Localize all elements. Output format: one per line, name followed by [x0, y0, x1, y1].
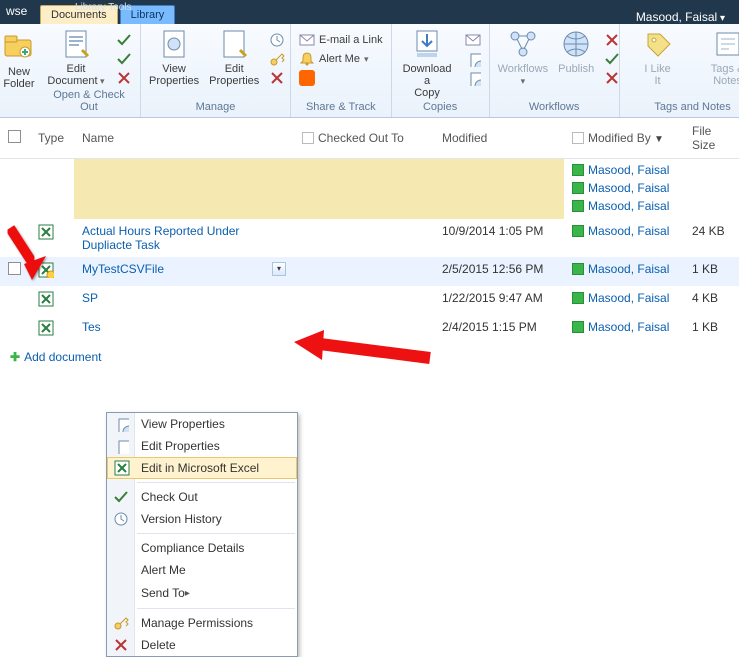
modified-cell: 2/4/2015 1:15 PM	[434, 315, 564, 344]
excel-icon	[38, 320, 54, 336]
version-icon	[269, 32, 285, 48]
group-manage-title: Manage	[149, 99, 282, 117]
add-document-link[interactable]: ✚Add document	[0, 344, 739, 370]
perms-icon	[269, 51, 285, 67]
col-modified-by[interactable]: Modified By ▼	[564, 118, 684, 159]
user-link[interactable]: Masood, Faisal	[588, 163, 669, 177]
col-type[interactable]: Type	[30, 118, 74, 159]
table-row[interactable]: Actual Hours Reported Under Dupliacte Ta…	[0, 219, 739, 257]
mail-icon	[299, 32, 315, 48]
check-in-button[interactable]	[116, 51, 132, 67]
excel-icon	[38, 291, 54, 307]
file-name-link[interactable]: SP	[74, 286, 294, 315]
group-open-checkout-title: Open & Check Out	[46, 87, 132, 117]
new-folder-icon	[3, 30, 35, 62]
bell-icon	[299, 51, 315, 67]
browse-tab-fragment[interactable]: wse	[0, 4, 27, 18]
col-modified[interactable]: Modified	[434, 118, 564, 159]
document-list: Type Name Checked Out To Modified Modifi…	[0, 118, 739, 344]
ctx-compliance[interactable]: Compliance Details	[107, 537, 297, 559]
group-share-title: Share & Track	[299, 99, 383, 117]
ctx-check-out[interactable]: Check Out	[107, 486, 297, 508]
view-properties-button[interactable]: View Properties	[149, 28, 199, 87]
delete-icon	[269, 70, 285, 86]
ctx-send-to[interactable]: Send To	[107, 581, 297, 605]
ctx-view-properties[interactable]: View Properties	[107, 413, 297, 435]
excel-new-icon	[38, 262, 54, 278]
user-link[interactable]: Masood, Faisal	[588, 291, 669, 305]
group-workflows-title: Workflows	[498, 99, 611, 117]
like-button[interactable]: I Like It	[628, 28, 688, 87]
globe-icon	[560, 28, 592, 60]
edit-document-icon	[60, 28, 92, 60]
modified-cell: 1/22/2015 9:47 AM	[434, 286, 564, 315]
rss-button[interactable]	[299, 70, 383, 86]
file-name-link[interactable]: Actual Hours Reported Under Dupliacte Ta…	[74, 219, 294, 257]
page-icon	[158, 28, 190, 60]
table-row[interactable]: MyTestCSVFile ▾ 2/5/2015 12:56 PM Masood…	[0, 257, 739, 286]
size-cell: 24 KB	[684, 219, 739, 257]
filter-icon[interactable]: ▼	[654, 134, 664, 145]
row-menu-button[interactable]: ▾	[272, 262, 286, 276]
pencil-icon	[218, 28, 250, 60]
tags-notes-button[interactable]: Tags & Notes	[698, 28, 739, 87]
user-menu[interactable]: Masood, Faisal	[636, 6, 739, 24]
file-name-link[interactable]: MyTestCSVFile	[82, 262, 164, 276]
email-link-button[interactable]: E-mail a Link	[299, 32, 383, 48]
ctx-edit-excel[interactable]: Edit in Microsoft Excel	[107, 457, 297, 479]
user-link[interactable]: Masood, Faisal	[588, 181, 669, 195]
alert-me-button[interactable]: Alert Me	[299, 51, 383, 67]
col-size[interactable]: File Size	[684, 118, 739, 159]
table-row[interactable]: SP 1/22/2015 9:47 AM Masood, Faisal 4 KB	[0, 286, 739, 315]
grouped-band: Masood, Faisal Masood, Faisal Masood, Fa…	[0, 159, 739, 219]
discard-checkout-button[interactable]	[116, 70, 132, 86]
ctx-version-history[interactable]: Version History	[107, 508, 297, 530]
ribbon: New Folder Edit Document Open & Check Ou…	[0, 24, 739, 118]
ctx-delete[interactable]: Delete	[107, 634, 297, 656]
table-row[interactable]: Tes 2/4/2015 1:15 PM Masood, Faisal 1 KB	[0, 315, 739, 344]
workflow-icon	[507, 28, 539, 60]
ctx-edit-properties[interactable]: Edit Properties	[107, 435, 297, 457]
publish-button[interactable]: Publish	[558, 28, 594, 75]
workflows-button[interactable]: Workflows	[498, 28, 549, 87]
col-checked-out[interactable]: Checked Out To	[294, 118, 434, 159]
col-name[interactable]: Name	[74, 118, 294, 159]
download-icon	[411, 28, 443, 60]
ctx-alert-me[interactable]: Alert Me	[107, 559, 297, 581]
edit-properties-button[interactable]: Edit Properties	[209, 28, 259, 87]
plus-icon: ✚	[10, 350, 20, 364]
edit-document-button[interactable]: Edit Document	[46, 28, 106, 87]
file-name-link[interactable]: Tes	[74, 315, 294, 344]
tabset-label: Library Tools	[75, 2, 132, 13]
group-copies-title: Copies	[400, 99, 481, 117]
new-folder-button[interactable]: New Folder	[0, 66, 38, 90]
download-copy-button[interactable]: Download a Copy	[400, 28, 455, 99]
excel-icon	[38, 224, 54, 240]
presence-icon	[572, 164, 584, 176]
check-out-button[interactable]	[116, 32, 132, 48]
note-icon	[712, 28, 739, 60]
user-link[interactable]: Masood, Faisal	[588, 262, 669, 276]
modified-cell: 10/9/2014 1:05 PM	[434, 219, 564, 257]
select-all-checkbox[interactable]	[8, 130, 21, 143]
size-cell: 1 KB	[684, 315, 739, 344]
user-link[interactable]: Masood, Faisal	[588, 320, 669, 334]
ctx-manage-permissions[interactable]: Manage Permissions	[107, 612, 297, 634]
row-checkbox[interactable]	[8, 262, 21, 275]
modified-cell: 2/5/2015 12:56 PM	[434, 257, 564, 286]
size-cell: 1 KB	[684, 257, 739, 286]
user-link[interactable]: Masood, Faisal	[588, 224, 669, 238]
context-menu: View Properties Edit Properties Edit in …	[106, 412, 298, 657]
user-link[interactable]: Masood, Faisal	[588, 199, 669, 213]
size-cell: 4 KB	[684, 286, 739, 315]
tag-icon	[642, 28, 674, 60]
group-tags-title: Tags and Notes	[628, 99, 739, 117]
